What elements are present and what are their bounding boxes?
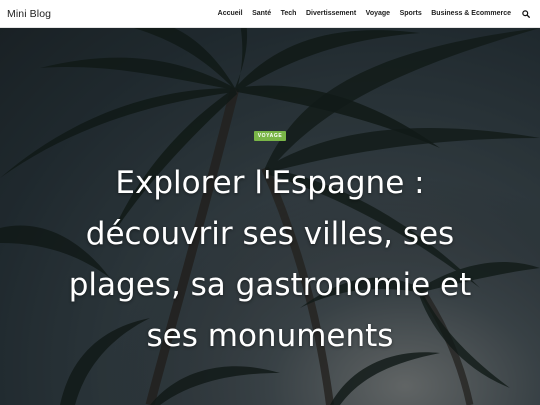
nav-item-tech[interactable]: Tech [281,10,297,17]
nav-item-accueil[interactable]: Accueil [218,10,243,17]
nav-item-voyage[interactable]: Voyage [366,10,390,17]
nav-item-sports[interactable]: Sports [400,10,422,17]
hero-section: VOYAGE Explorer l'Espagne : découvrir se… [0,28,540,405]
search-button[interactable] [521,9,531,19]
site-title-link[interactable]: Mini Blog [7,8,51,20]
nav-item-divertissement[interactable]: Divertissement [306,10,356,17]
search-icon [522,9,530,18]
hero-content: VOYAGE Explorer l'Espagne : découvrir se… [0,124,540,362]
nav-item-sante[interactable]: Santé [252,10,271,17]
nav-item-business-ecommerce[interactable]: Business & Ecommerce [431,10,511,17]
site-header: Mini Blog Accueil Santé Tech Divertissem… [0,0,540,28]
main-navigation: Accueil Santé Tech Divertissement Voyage… [208,9,531,19]
category-badge[interactable]: VOYAGE [253,131,287,141]
page: Mini Blog Accueil Santé Tech Divertissem… [0,0,540,405]
post-title: Explorer l'Espagne : découvrir ses ville… [68,165,472,354]
